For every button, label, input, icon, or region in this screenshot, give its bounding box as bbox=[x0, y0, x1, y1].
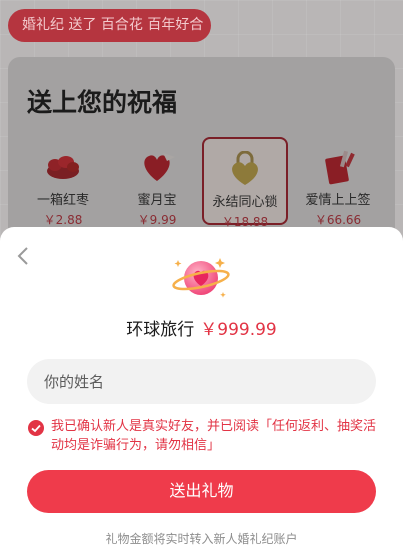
gift-ticker: 婚礼纪 送了 百合花 百年好合 bbox=[8, 9, 211, 42]
footnote: 礼物金额将实时转入新人婚礼纪账户 bbox=[105, 532, 298, 546]
lucky-lot-icon bbox=[318, 149, 358, 185]
gift-item-honeymoon[interactable]: 蜜月宝 ￥9.99 bbox=[114, 137, 200, 227]
gift-name: 一箱红枣 bbox=[36, 193, 89, 208]
heart-lock-icon bbox=[225, 150, 265, 187]
section-title: 送上您的祝福 bbox=[27, 88, 178, 117]
selected-gift-line: 环球旅行 ￥999.99 bbox=[0, 315, 403, 340]
gift-name: 蜜月宝 bbox=[137, 193, 177, 208]
agree-text: 我已确认新人是真实好友，并已阅读「任何返利、抽奖活动均是诈骗行为，请勿相信」 bbox=[51, 419, 377, 453]
planet-heart-icon bbox=[170, 252, 232, 302]
gift-item-red-dates[interactable]: 一箱红枣 ￥2.88 bbox=[20, 137, 106, 227]
back-chevron-icon[interactable] bbox=[14, 245, 34, 267]
gift-item-lucky-lot[interactable]: 爱情上上签 ￥66.66 bbox=[295, 137, 381, 227]
gift-name: 永结同心锁 bbox=[212, 195, 278, 210]
gift-name: 爱情上上签 bbox=[305, 193, 371, 208]
red-dates-icon bbox=[43, 149, 83, 185]
gift-price: ￥2.88 bbox=[43, 213, 83, 227]
honeymoon-icon bbox=[137, 149, 177, 185]
gift-price: ￥66.66 bbox=[314, 213, 362, 227]
gift-item-heart-lock[interactable]: 永结同心锁 ￥18.88 bbox=[202, 137, 288, 229]
selected-gift-name: 环球旅行 bbox=[126, 320, 195, 340]
name-input[interactable] bbox=[27, 359, 376, 404]
send-gift-button[interactable]: 送出礼物 bbox=[27, 470, 376, 513]
agree-checkbox[interactable] bbox=[28, 420, 44, 436]
selected-gift-amount: ￥999.99 bbox=[200, 320, 277, 340]
gift-price: ￥9.99 bbox=[137, 213, 177, 227]
gift-bottom-sheet: 环球旅行￥999.99 我已确认新人是真实好友，并已阅读「任何返利、抽奖活动均是… bbox=[0, 227, 403, 552]
